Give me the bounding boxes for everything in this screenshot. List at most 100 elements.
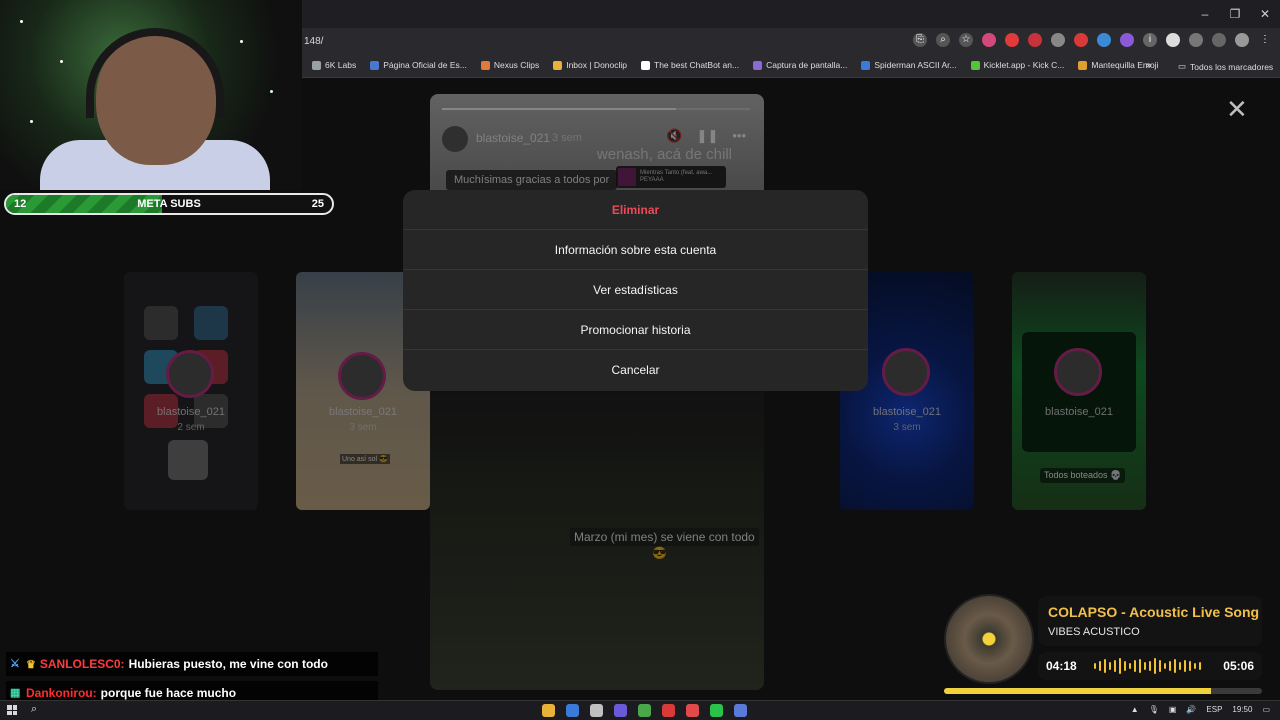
chevron-up-icon[interactable]: ▲ <box>1131 705 1139 714</box>
puzzle-icon[interactable] <box>1212 33 1226 47</box>
delete-button[interactable]: Eliminar <box>403 190 868 230</box>
bookmark-label: Kicklet.app - Kick C... <box>983 60 1065 70</box>
track-artist: VIBES ACUSTICO <box>1048 626 1140 638</box>
maximize-button[interactable]: ❐ <box>1220 0 1250 28</box>
extension-icon[interactable] <box>1028 33 1042 47</box>
volume-icon[interactable]: 🔊 <box>1186 705 1196 714</box>
account-info-button[interactable]: Información sobre esta cuenta <box>403 230 868 270</box>
extension-icon[interactable] <box>1120 33 1134 47</box>
extension-icon[interactable] <box>1005 33 1019 47</box>
waveform-bar <box>1109 662 1111 670</box>
extension-icon[interactable] <box>1074 33 1088 47</box>
network-icon[interactable]: ▣ <box>1169 705 1177 714</box>
waveform-bar <box>1189 661 1191 671</box>
mic-icon[interactable]: 🎙 <box>1149 705 1159 714</box>
bookmark-favicon-icon <box>312 60 321 70</box>
extension-icon[interactable] <box>1097 33 1111 47</box>
chat-username: SANLOLESC0: <box>39 657 125 671</box>
taskbar-app-icon[interactable] <box>662 704 675 717</box>
system-tray: ▲ 🎙 ▣ 🔊 ESP 19:50 ▭ <box>1131 705 1270 714</box>
waveform-bar <box>1199 662 1201 670</box>
waveform-bar <box>1174 659 1176 673</box>
taskbar-app-icon[interactable] <box>566 704 579 717</box>
minimize-button[interactable]: – <box>1190 0 1220 28</box>
all-bookmarks-label: Todos los marcadores <box>1190 61 1274 72</box>
bookmark-item[interactable]: Inbox | Donoclip <box>553 60 627 70</box>
bookmark-item[interactable]: Nexus Clips <box>480 60 539 70</box>
chat-message: ⚔ ♛ SANLOLESC0: Hubieras puesto, me vine… <box>6 652 378 676</box>
waveform-bar <box>1129 663 1131 669</box>
taskbar-app-icon[interactable] <box>686 704 699 717</box>
waveform-bar <box>1149 661 1151 671</box>
promote-story-button[interactable]: Promocionar historia <box>403 310 868 350</box>
view-stats-button[interactable]: Ver estadísticas <box>403 270 868 310</box>
bookmark-star-icon[interactable]: ☆ <box>959 33 973 47</box>
taskbar-app-icon[interactable] <box>710 704 723 717</box>
bookmark-item[interactable]: Página Oficial de Es... <box>370 60 467 70</box>
bookmark-label: The best ChatBot an... <box>654 60 740 70</box>
waveform-icon <box>1094 658 1201 674</box>
waveform-bar <box>1194 663 1196 669</box>
bookmark-favicon-icon <box>861 60 871 70</box>
taskbar-app-icon[interactable] <box>590 704 603 717</box>
bookmark-label: Captura de pantalla... <box>766 60 848 70</box>
taskbar: ⌕ ▲ 🎙 ▣ 🔊 ESP 19:50 ▭ <box>0 700 1280 720</box>
waveform-bar <box>1154 658 1156 674</box>
extension-icon[interactable] <box>1166 33 1180 47</box>
subs-target: 25 <box>311 198 324 210</box>
extension-icon[interactable] <box>1051 33 1065 47</box>
waveform-bar <box>1164 663 1166 669</box>
crown-icon: ♛ <box>26 658 36 671</box>
bookmark-item[interactable]: Captura de pantalla... <box>753 60 847 70</box>
waveform-bar <box>1099 661 1101 671</box>
bookmark-label: Spiderman ASCII Ar... <box>874 60 957 70</box>
waveform-bar <box>1144 662 1146 670</box>
chat-text: Hubieras puesto, me vine con todo <box>128 657 328 671</box>
cancel-button[interactable]: Cancelar <box>403 350 868 390</box>
search-icon[interactable]: ⌕ <box>31 703 37 716</box>
menu-dots-icon[interactable]: ⋮ <box>1258 33 1272 47</box>
info-icon[interactable]: i <box>1143 33 1157 47</box>
clock[interactable]: 19:50 <box>1232 705 1252 714</box>
bookmarks-list: 6K Labs Página Oficial de Es... Nexus Clip… <box>312 60 1158 70</box>
extension-icons: ⎘ ⌕ ☆ i ⋮ <box>913 33 1272 47</box>
bookmark-item[interactable]: Kicklet.app - Kick C... <box>970 60 1065 70</box>
close-window-button[interactable]: ✕ <box>1250 0 1280 28</box>
waveform-bar <box>1094 663 1096 669</box>
start-button[interactable] <box>7 705 17 715</box>
close-icon[interactable]: ✕ <box>1226 96 1248 122</box>
notification-icon[interactable]: ▭ <box>1262 705 1270 714</box>
taskbar-app-icon[interactable] <box>614 704 627 717</box>
track-title: COLAPSO - Acoustic Live Song <box>1048 604 1260 620</box>
language-indicator[interactable]: ESP <box>1206 705 1222 714</box>
waveform-bar <box>1134 660 1136 672</box>
cast-icon[interactable]: ⎘ <box>913 33 927 47</box>
bookmark-favicon-icon <box>480 60 490 70</box>
bookmark-favicon-icon <box>753 60 763 70</box>
waveform-bar <box>1179 662 1181 670</box>
bookmarks-overflow-button[interactable]: » <box>1146 60 1152 71</box>
subs-goal-bar: 12 META SUBS 25 <box>4 193 334 215</box>
extension-icon[interactable] <box>982 33 996 47</box>
window-controls: – ❐ ✕ <box>1190 0 1280 28</box>
bookmark-item[interactable]: The best ChatBot an... <box>641 60 739 70</box>
extension-icon[interactable] <box>1189 33 1203 47</box>
bookmark-item[interactable]: 6K Labs <box>312 60 356 70</box>
webcam-overlay <box>0 0 302 190</box>
bookmark-item[interactable]: Spiderman ASCII Ar... <box>861 60 957 70</box>
url-field[interactable]: 148/ <box>304 36 323 47</box>
all-bookmarks-button[interactable]: ▭ Todos los marcadores <box>1178 61 1273 72</box>
track-time: 04:18 05:06 <box>1038 652 1262 680</box>
total-time: 05:06 <box>1223 659 1254 673</box>
current-time: 04:18 <box>1046 659 1077 673</box>
zoom-icon[interactable]: ⌕ <box>936 33 950 47</box>
bookmark-label: Inbox | Donoclip <box>566 60 628 70</box>
waveform-bar <box>1104 659 1106 673</box>
bookmark-favicon-icon <box>370 60 380 70</box>
taskbar-app-icon[interactable] <box>638 704 651 717</box>
track-info: COLAPSO - Acoustic Live Song VIBES ACUST… <box>1038 596 1262 646</box>
taskbar-app-icon[interactable] <box>542 704 555 717</box>
chat-text: porque fue hace mucho <box>100 686 237 700</box>
profile-icon[interactable] <box>1235 33 1249 47</box>
taskbar-app-icon[interactable] <box>734 704 747 717</box>
